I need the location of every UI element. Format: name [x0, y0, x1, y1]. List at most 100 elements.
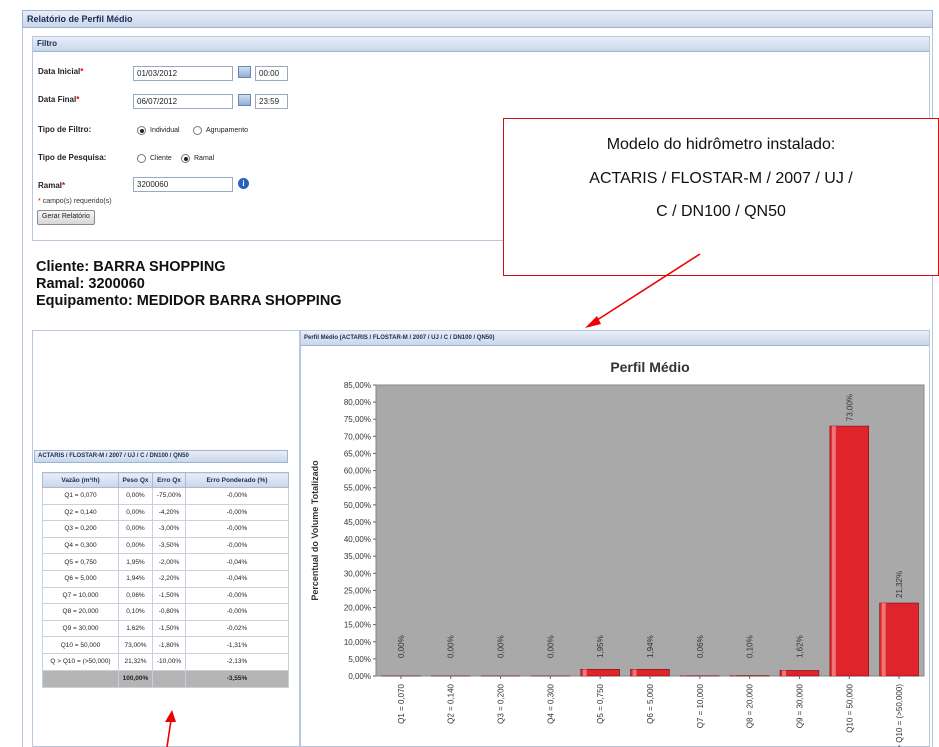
- data-label: 1,94%: [646, 635, 655, 658]
- data-label: 21,32%: [895, 571, 904, 598]
- x-tick-label: Q2 = 0,140: [447, 683, 456, 723]
- radio-individual[interactable]: [137, 126, 146, 135]
- x-tick-label: Q4 = 0,300: [546, 683, 555, 723]
- table-cell: Q2 = 0,140: [42, 503, 119, 522]
- x-tick-label: Q1 = 0,070: [397, 683, 406, 723]
- data-final-input[interactable]: 06/07/2012: [133, 94, 233, 109]
- calendar-icon[interactable]: [238, 94, 251, 106]
- data-final-time-input[interactable]: 23:59: [255, 94, 288, 109]
- tipo-filtro-label: Tipo de Filtro:: [38, 125, 92, 134]
- table-cell: -0,00%: [185, 487, 289, 505]
- table-cell: Q8 = 20,000: [42, 603, 119, 621]
- calendar-icon[interactable]: [238, 66, 251, 78]
- data-label: 1,62%: [795, 635, 804, 658]
- table-row: Q5 = 0,750 1,95% -2,00% -0,04%: [42, 553, 289, 571]
- y-tick-label: 15,00%: [344, 621, 371, 630]
- ramal-input[interactable]: 3200060: [133, 177, 233, 192]
- table-cell: -0,02%: [185, 619, 289, 638]
- table-cell: -1,50%: [152, 586, 186, 605]
- generate-report-button[interactable]: Gerar Relatório: [37, 210, 95, 225]
- data-label: 73,00%: [845, 394, 854, 421]
- y-tick-label: 0,00%: [348, 672, 371, 681]
- client-info: Cliente: BARRA SHOPPING Ramal: 3200060 E…: [36, 259, 342, 310]
- data-label: 0,00%: [447, 635, 456, 658]
- table-header: Erro Ponderado (%): [185, 472, 289, 488]
- table-cell: -1,50%: [152, 619, 186, 638]
- y-tick-label: 30,00%: [344, 569, 371, 578]
- flow-error-table: Vazão (m³/h) Peso Qx Erro Qx Erro Ponder…: [42, 472, 289, 688]
- y-tick-label: 65,00%: [344, 449, 371, 458]
- table-total-row: 100,00% -3,55%: [42, 669, 289, 688]
- client-name: Cliente: BARRA SHOPPING: [36, 259, 226, 275]
- table-header: Erro Qx: [152, 472, 186, 488]
- chart-title: Perfil Médio: [610, 359, 689, 375]
- chart-bar-highlight: [831, 426, 836, 676]
- table-cell: -3,50%: [152, 536, 186, 555]
- info-icon[interactable]: i: [238, 178, 249, 189]
- table-cell: -0,00%: [185, 503, 289, 522]
- table-panel-title: ACTARIS / FLOSTAR-M / 2007 / UJ / C / DN…: [34, 450, 288, 463]
- x-tick-label: Q9 = 30,000: [795, 683, 804, 728]
- table-row: Q10 = 50,000 73,00% -1,80% -1,31%: [42, 636, 289, 654]
- annotation-line: ACTARIS / FLOSTAR-M / 2007 / UJ /: [589, 169, 853, 187]
- table-cell: Q1 = 0,070: [42, 487, 119, 505]
- y-tick-label: 70,00%: [344, 432, 371, 441]
- table-cell: 0,06%: [118, 586, 153, 605]
- table-cell: -0,00%: [185, 603, 289, 621]
- y-tick-label: 25,00%: [344, 586, 371, 595]
- radio-agrupamento-label: Agrupamento: [206, 127, 249, 134]
- data-inicial-label: Data Inicial*: [38, 67, 84, 76]
- table-cell: 1,62%: [118, 619, 153, 638]
- radio-cliente[interactable]: [137, 154, 146, 163]
- table-cell: -10,00%: [152, 652, 186, 671]
- x-tick-label: Q10 = 50,000: [845, 683, 854, 732]
- y-tick-label: 75,00%: [344, 415, 371, 424]
- table-cell: 0,00%: [118, 503, 153, 522]
- table-cell: 0,00%: [118, 536, 153, 555]
- annotation-line: C / DN100 / QN50: [656, 203, 786, 220]
- data-label: 0,00%: [397, 635, 406, 658]
- y-tick-label: 40,00%: [344, 535, 371, 544]
- y-tick-label: 20,00%: [344, 604, 371, 613]
- x-tick-label: Q5 = 0,750: [596, 683, 605, 723]
- table-cell: -75,00%: [152, 487, 186, 505]
- radio-cliente-label: Cliente: [150, 155, 172, 162]
- table-cell: Q3 = 0,200: [42, 520, 119, 538]
- table-row: Q4 = 0,300 0,00% -3,50% -0,00%: [42, 536, 289, 555]
- table-header: Vazão (m³/h): [42, 472, 119, 488]
- table-row: Q3 = 0,200 0,00% -3,00% -0,00%: [42, 520, 289, 538]
- window-title: Relatório de Perfil Médio: [22, 10, 933, 28]
- table-cell: Q6 = 5,000: [42, 569, 119, 588]
- radio-agrupamento[interactable]: [193, 126, 202, 135]
- table-total-cell: [42, 669, 119, 688]
- radio-ramal[interactable]: [181, 154, 190, 163]
- data-inicial-time-input[interactable]: 00:00: [255, 66, 288, 81]
- table-cell: Q10 = 50,000: [42, 636, 119, 654]
- table-cell: 0,00%: [118, 487, 153, 505]
- data-label: 0,00%: [497, 635, 506, 658]
- table-cell: 0,00%: [118, 520, 153, 538]
- filter-panel-title: Filtro: [33, 37, 929, 52]
- y-axis-label: Percentual do Volume Totalizado: [310, 460, 320, 601]
- table-cell: -0,04%: [185, 569, 289, 588]
- annotation-line: Modelo do hidrômetro instalado:: [606, 136, 836, 153]
- table-row: Q2 = 0,140 0,00% -4,20% -0,00%: [42, 503, 289, 522]
- data-label: 0,00%: [546, 635, 555, 658]
- x-tick-label: Q3 = 0,200: [497, 683, 506, 723]
- chart-bar-highlight: [582, 669, 587, 676]
- table-cell: 1,95%: [118, 553, 153, 571]
- chart-panel-title: Perfil Médio (ACTARIS / FLOSTAR-M / 2007…: [301, 331, 929, 346]
- data-label: 0,06%: [696, 635, 705, 658]
- table-cell: 0,10%: [118, 603, 153, 621]
- tipo-pesquisa-label: Tipo de Pesquisa:: [38, 153, 107, 162]
- table-cell: -4,20%: [152, 503, 186, 522]
- y-tick-label: 80,00%: [344, 398, 371, 407]
- table-total-cell: [152, 669, 186, 688]
- table-cell: -0,00%: [185, 536, 289, 555]
- meter-model-annotation: Modelo do hidrômetro instalado: ACTARIS …: [503, 118, 939, 276]
- table-header: Peso Qx: [118, 472, 153, 488]
- table-cell: -2,13%: [185, 652, 289, 671]
- data-inicial-input[interactable]: 01/03/2012: [133, 66, 233, 81]
- table-cell: -1,80%: [152, 636, 186, 654]
- radio-ramal-label: Ramal: [194, 155, 215, 162]
